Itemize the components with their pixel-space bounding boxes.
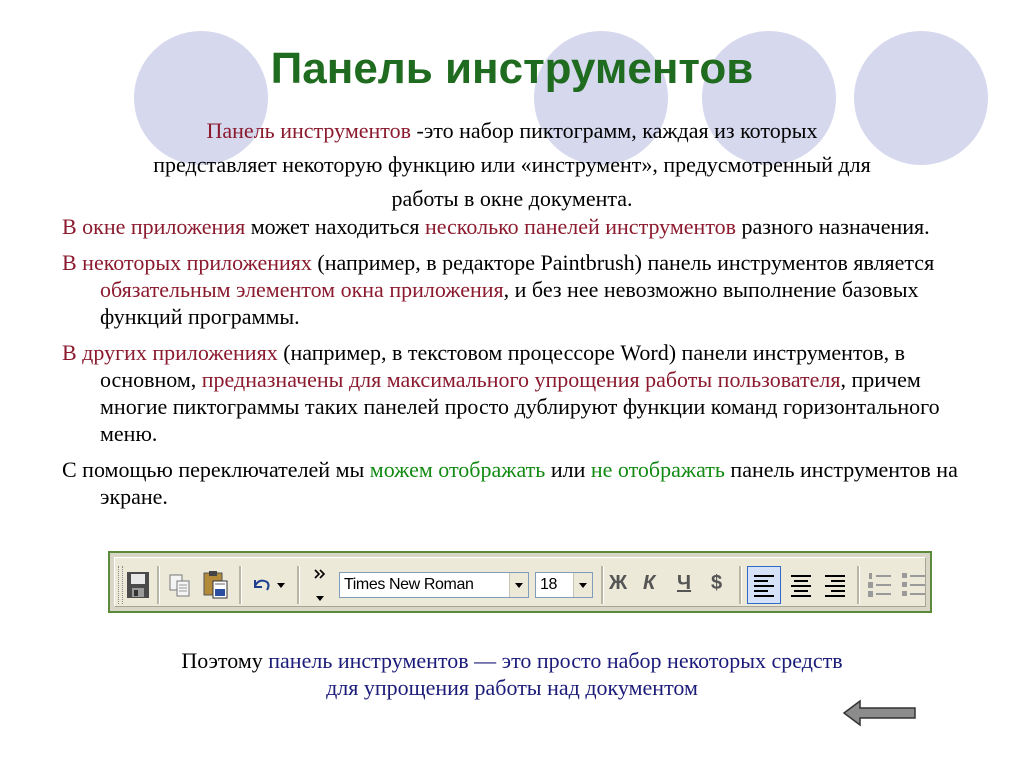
underline-button[interactable]: Ч <box>677 572 691 595</box>
align-right-icon[interactable] <box>819 567 851 603</box>
font-name-select[interactable]: Times New Roman <box>339 572 529 598</box>
bullet-4-highlight-1: можем отображать <box>369 457 546 482</box>
italic-button[interactable]: К <box>643 572 655 595</box>
font-name-value: Times New Roman <box>344 576 474 593</box>
bullet-item: В окне приложения может находиться неско… <box>62 213 982 240</box>
bullet-item: В некоторых приложениях (например, в ред… <box>62 249 982 330</box>
undo-dropdown-icon[interactable] <box>277 583 285 588</box>
font-size-value: 18 <box>540 576 557 593</box>
toolbar-separator <box>857 566 860 604</box>
bullet-3-term: В других приложениях <box>62 340 278 365</box>
toolbar-separator <box>739 566 742 604</box>
toolbar-options-icon[interactable] <box>313 566 327 606</box>
intro-line3: работы в окне документа. <box>391 186 633 211</box>
intro-text: Панель инструментов -это набор пиктограм… <box>30 114 994 216</box>
conclusion-line2: для упрощения работы над документом <box>326 675 698 700</box>
bullet-1-end: разного назначения. <box>736 214 930 239</box>
slide-title: Панель инструментов <box>270 44 754 93</box>
align-center-icon[interactable] <box>785 567 817 603</box>
toolbar-separator <box>157 566 160 604</box>
bullet-1-text: может находиться <box>245 214 425 239</box>
intro-line2: представляет некоторую функцию или «инст… <box>153 152 871 177</box>
toolbar-separator <box>239 566 242 604</box>
bulleted-list-icon[interactable] <box>899 567 929 603</box>
intro-term: Панель инструментов <box>206 118 412 143</box>
bullet-item: С помощью переключателей мы можем отобра… <box>62 456 982 510</box>
toolbar-grip[interactable] <box>118 566 123 604</box>
toolbar-body: Times New Roman 18 Ж К Ч $ <box>114 557 926 607</box>
bullet-1-term: В окне приложения <box>62 214 246 239</box>
conclusion-text: Поэтому панель инструментов — это просто… <box>40 647 984 701</box>
bullet-2-highlight: обязательным элементом окна приложения <box>100 277 504 302</box>
undo-icon[interactable] <box>249 574 273 596</box>
bullet-4-or: или <box>545 457 591 482</box>
intro-line1: -это набор пиктограмм, каждая из которых <box>411 118 818 143</box>
chevron-down-icon[interactable] <box>509 573 528 597</box>
bullet-list: В окне приложения может находиться неско… <box>62 213 982 519</box>
bullet-2-text: (например, в редакторе Paintbrush) панел… <box>311 250 935 275</box>
bullet-1-highlight: несколько панелей инструментов <box>424 214 737 239</box>
conclusion-rest: панель инструментов — это просто набор н… <box>268 648 843 673</box>
bullet-3-highlight: предназначены для максимального упрощени… <box>201 367 841 392</box>
numbered-list-icon[interactable] <box>865 567 895 603</box>
bullet-2-term: В некоторых приложениях <box>62 250 312 275</box>
paste-icon[interactable] <box>201 569 231 601</box>
bullet-4-highlight-2: не отображать <box>590 457 725 482</box>
bullet-item: В других приложениях (например, в тексто… <box>62 339 982 447</box>
save-icon[interactable] <box>125 570 151 600</box>
align-left-icon[interactable] <box>747 566 781 604</box>
conclusion-lead: Поэтому <box>181 648 269 673</box>
font-size-select[interactable]: 18 <box>535 572 593 598</box>
toolbar-separator <box>601 566 604 604</box>
chevron-down-icon[interactable] <box>573 573 592 597</box>
back-arrow-icon[interactable] <box>842 698 918 733</box>
copy-icon[interactable] <box>167 572 193 600</box>
bullet-4-text: С помощью переключателей мы <box>62 457 370 482</box>
toolbar-separator <box>297 566 300 604</box>
bold-button[interactable]: Ж <box>609 572 627 595</box>
word-toolbar: Times New Roman 18 Ж К Ч $ <box>108 551 932 613</box>
strikethrough-button[interactable]: $ <box>711 572 722 595</box>
